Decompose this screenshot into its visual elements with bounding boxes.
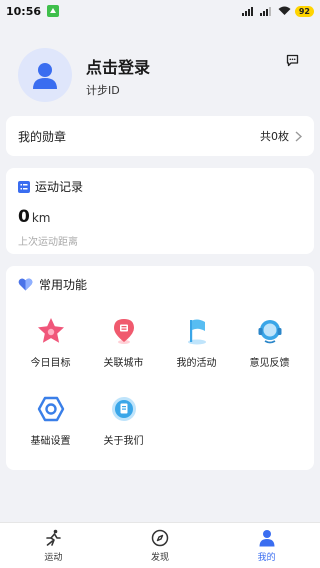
chevron-right-icon bbox=[295, 130, 302, 142]
sport-record-card[interactable]: 运动记录 0 km 上次运动距离 bbox=[6, 168, 314, 254]
nav-label: 我的 bbox=[257, 552, 276, 563]
medal-count-text: 共0枚 bbox=[260, 130, 289, 143]
function-label: 关联城市 bbox=[103, 358, 144, 369]
avatar[interactable] bbox=[18, 48, 72, 102]
star-target-icon bbox=[36, 316, 66, 346]
list-icon bbox=[18, 180, 30, 193]
heart-icon bbox=[18, 278, 33, 291]
nav-item-discover[interactable]: 发现 bbox=[107, 523, 214, 568]
distance-readout: 0 km bbox=[18, 207, 302, 227]
person-avatar-icon bbox=[33, 63, 57, 89]
sport-record-title: 运动记录 bbox=[35, 180, 84, 194]
distance-unit: km bbox=[31, 211, 51, 225]
status-time: 10:56 bbox=[6, 4, 42, 18]
function-item-linked-city[interactable]: 关联城市 bbox=[87, 316, 160, 380]
person-icon bbox=[259, 529, 275, 546]
function-label: 意见反馈 bbox=[249, 358, 290, 369]
hexagon-settings-icon bbox=[36, 394, 66, 424]
medal-title: 我的勋章 bbox=[18, 129, 67, 144]
message-button[interactable] bbox=[284, 52, 300, 68]
sport-record-header: 运动记录 bbox=[18, 178, 302, 195]
status-indicators: 92 bbox=[241, 5, 314, 17]
message-icon bbox=[286, 54, 298, 66]
city-pin-icon bbox=[109, 316, 139, 346]
headset-icon bbox=[255, 316, 285, 346]
app-notification-icon bbox=[47, 5, 60, 17]
battery-indicator: 92 bbox=[294, 5, 314, 17]
signal-icon-2 bbox=[259, 6, 271, 16]
profile-header[interactable]: 点击登录 计步ID bbox=[18, 48, 308, 108]
running-icon bbox=[46, 529, 62, 546]
nav-label: 发现 bbox=[151, 552, 170, 563]
function-item-daily-goal[interactable]: 今日目标 bbox=[14, 316, 87, 380]
medal-count: 共0枚 bbox=[260, 128, 302, 144]
function-label: 基础设置 bbox=[30, 436, 71, 447]
wifi-icon bbox=[278, 6, 291, 15]
step-id-label: 计步ID bbox=[86, 84, 120, 97]
function-item-feedback[interactable]: 意见反馈 bbox=[233, 316, 306, 380]
distance-value: 0 bbox=[18, 207, 30, 227]
flag-icon bbox=[182, 316, 212, 346]
compass-icon bbox=[151, 529, 169, 546]
nav-label: 运动 bbox=[44, 552, 63, 563]
functions-grid: 今日目标 关联城市 我的活动 意见反馈 基础设置 关于我们 bbox=[14, 316, 306, 458]
function-item-my-activities[interactable]: 我的活动 bbox=[160, 316, 233, 380]
functions-title: 常用功能 bbox=[39, 278, 88, 292]
function-label: 关于我们 bbox=[103, 436, 144, 447]
signal-icon bbox=[241, 6, 253, 16]
login-title[interactable]: 点击登录 bbox=[86, 54, 150, 78]
status-bar: 10:56 92 bbox=[0, 0, 320, 22]
function-label: 今日目标 bbox=[30, 358, 71, 369]
medal-card[interactable]: 我的勋章 共0枚 bbox=[6, 116, 314, 156]
functions-header: 常用功能 bbox=[18, 276, 302, 293]
function-label: 我的活动 bbox=[176, 358, 217, 369]
bottom-nav: 运动 发现 我的 bbox=[0, 522, 320, 568]
info-doc-icon bbox=[109, 394, 139, 424]
distance-label: 上次运动距离 bbox=[18, 237, 78, 248]
nav-item-sport[interactable]: 运动 bbox=[0, 523, 107, 568]
common-functions-card: 常用功能 今日目标 关联城市 我的活动 意见反馈 基础设置 关于我们 bbox=[6, 266, 314, 470]
function-item-about-us[interactable]: 关于我们 bbox=[87, 394, 160, 458]
nav-item-mine[interactable]: 我的 bbox=[213, 523, 320, 568]
function-item-basic-settings[interactable]: 基础设置 bbox=[14, 394, 87, 458]
